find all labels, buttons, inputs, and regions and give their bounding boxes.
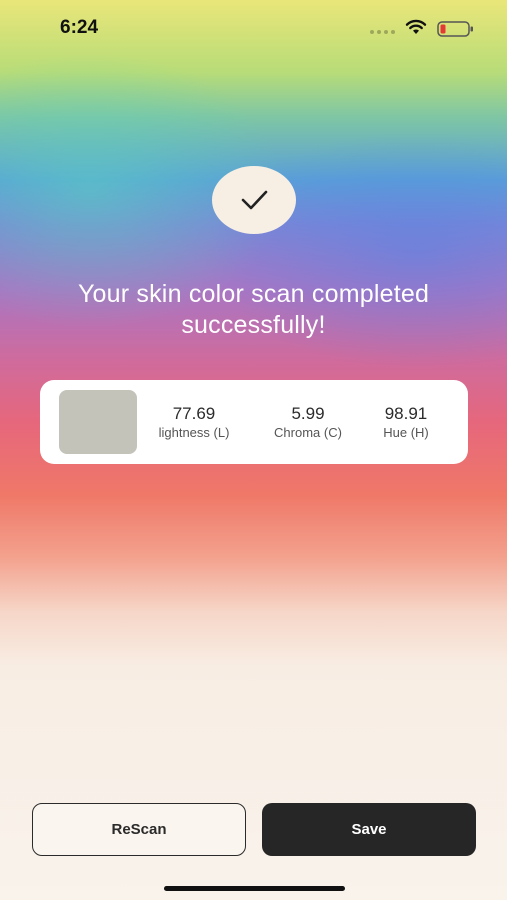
scan-success-message: Your skin color scan completed successfu… <box>77 280 430 339</box>
save-button[interactable]: Save <box>262 803 476 856</box>
color-result-card: 77.69 lightness (L) 5.99 Chroma (C) 98.9… <box>40 380 468 464</box>
metric-label: lightness (L) <box>158 425 230 440</box>
metric-chroma: 5.99 Chroma (C) <box>262 404 354 441</box>
status-bar: 6:24 <box>0 0 507 58</box>
metric-hue: 98.91 Hue (H) <box>366 404 446 441</box>
check-icon <box>241 190 268 210</box>
battery-icon <box>437 21 473 37</box>
home-indicator <box>164 886 345 891</box>
rescan-button[interactable]: ReScan <box>32 803 246 856</box>
metric-label: Hue (H) <box>383 425 429 440</box>
metric-label: Chroma (C) <box>274 425 342 440</box>
wifi-icon <box>405 19 427 34</box>
success-badge <box>212 166 296 234</box>
cellular-signal-icon <box>370 30 395 34</box>
metric-value: 5.99 <box>291 404 325 423</box>
metric-value: 77.69 <box>172 404 216 423</box>
metric-lightness: 77.69 lightness (L) <box>148 404 240 441</box>
metric-value: 98.91 <box>384 404 428 423</box>
skin-color-swatch <box>59 390 137 454</box>
status-time: 6:24 <box>60 17 99 38</box>
